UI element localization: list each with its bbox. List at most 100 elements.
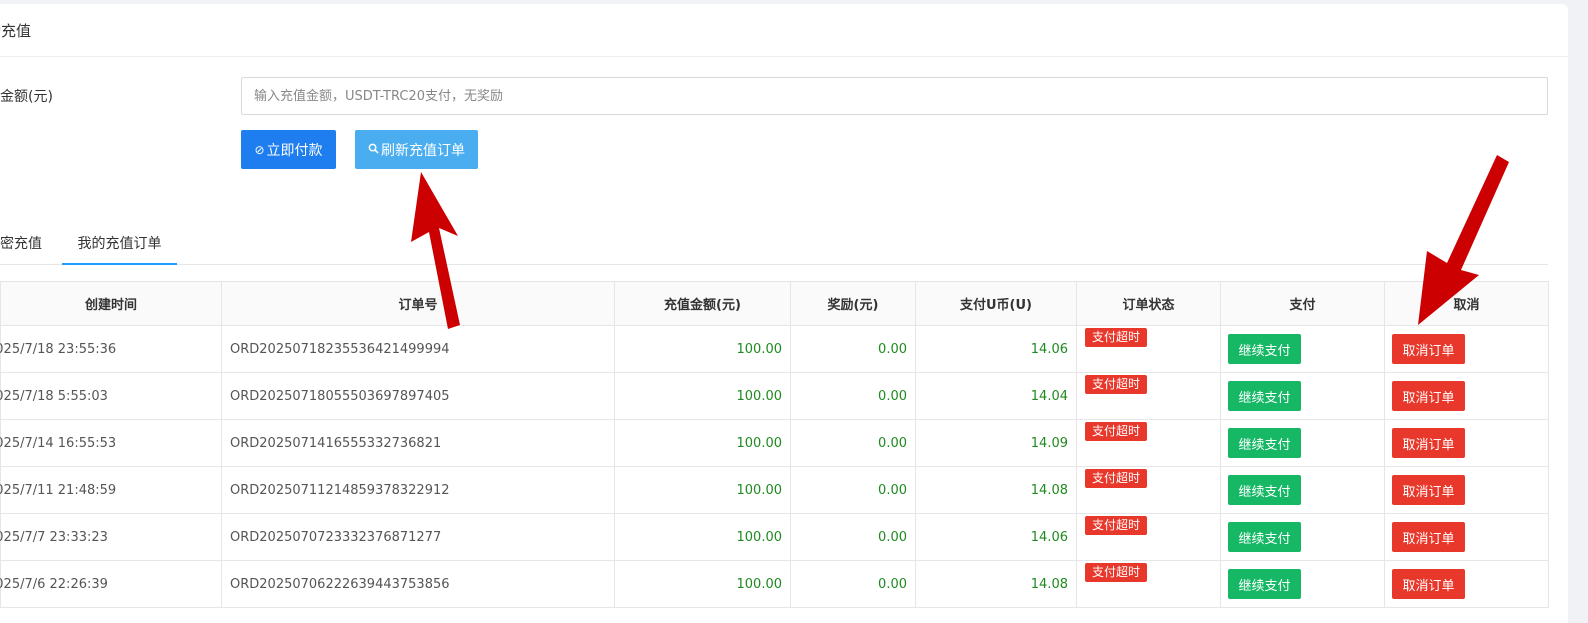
cell-u-coin: 14.06 <box>915 325 1077 373</box>
check-circle-icon: ⊘ <box>254 142 265 157</box>
cell-cancel: 取消订单 <box>1384 419 1549 467</box>
status-badge: 支付超时 <box>1085 468 1148 488</box>
header-pay: 支付 <box>1220 281 1385 326</box>
recharge-card: 动充值 值金额(元) ⊘ 立即付款 刷新充值订单 卡密充值 我的充值订单 创建时… <box>0 4 1568 623</box>
cell-cancel: 取消订单 <box>1384 325 1549 373</box>
continue-pay-button[interactable]: 继续支付 <box>1228 475 1301 505</box>
cell-bonus: 0.00 <box>790 325 916 373</box>
status-badge: 支付超时 <box>1085 515 1148 535</box>
cell-order-no: ORD20250707233323768712​77 <box>221 513 615 561</box>
cell-pay: 继续支付 <box>1220 325 1385 373</box>
cell-cancel: 取消订单 <box>1384 466 1549 514</box>
cell-u-coin: 14.08 <box>915 466 1077 514</box>
continue-pay-button[interactable]: 继续支付 <box>1228 428 1301 458</box>
cancel-order-button[interactable]: 取消订单 <box>1392 381 1465 411</box>
cell-u-coin: 14.06 <box>915 513 1077 561</box>
cancel-order-button[interactable]: 取消订单 <box>1392 475 1465 505</box>
orders-table-wrap: 创建时间 订单号 充值金额(元) 奖励(元) 支付U币(U) 订单状态 支付 取… <box>0 281 1549 608</box>
pay-now-button[interactable]: ⊘ 立即付款 <box>241 130 336 169</box>
orders-table: 创建时间 订单号 充值金额(元) 奖励(元) 支付U币(U) 订单状态 支付 取… <box>0 281 1549 608</box>
cell-pay: 继续支付 <box>1220 513 1385 561</box>
cell-time: 2025/7/18 23:55:36 <box>0 325 222 373</box>
cell-bonus: 0.00 <box>790 560 916 608</box>
cell-time: 2025/7/14 16:55:53 <box>0 419 222 467</box>
status-badge: 支付超时 <box>1085 421 1148 441</box>
cell-bonus: 0.00 <box>790 513 916 561</box>
table-row: 2025/7/6 22:26:39 ORD2025070622263944375… <box>0 560 1549 608</box>
amount-form-row: 值金额(元) <box>0 77 1568 117</box>
cancel-order-button[interactable]: 取消订单 <box>1392 428 1465 458</box>
cell-order-no: ORD20250706222639443753856 <box>221 560 615 608</box>
tab-card-recharge-label: 卡密充值 <box>0 236 42 252</box>
continue-pay-button[interactable]: 继续支付 <box>1228 381 1301 411</box>
continue-pay-button[interactable]: 继续支付 <box>1228 569 1301 599</box>
header-created-time: 创建时间 <box>0 281 222 326</box>
cell-status: 支付超时 <box>1076 419 1221 467</box>
cell-u-coin: 14.08 <box>915 560 1077 608</box>
amount-input[interactable] <box>241 77 1548 115</box>
header-u-coin: 支付U币(U) <box>915 281 1077 326</box>
cell-time: 2025/7/18 5:55:03 <box>0 372 222 420</box>
cell-amount: 100.00 <box>614 466 791 514</box>
refresh-orders-button[interactable]: 刷新充值订单 <box>355 130 478 169</box>
cell-pay: 继续支付 <box>1220 372 1385 420</box>
cell-amount: 100.00 <box>614 372 791 420</box>
table-row: 2025/7/18 23:55:36 ORD202507182355364214… <box>0 325 1549 373</box>
table-row: 2025/7/11 21:48:59 ORD202507112148593783… <box>0 466 1549 514</box>
cell-pay: 继续支付 <box>1220 560 1385 608</box>
status-badge: 支付超时 <box>1085 562 1148 582</box>
cell-time: 2025/7/11 21:48:59 <box>0 466 222 514</box>
cell-bonus: 0.00 <box>790 419 916 467</box>
cell-status: 支付超时 <box>1076 560 1221 608</box>
cell-time: 2025/7/7 23:33:23 <box>0 513 222 561</box>
cancel-order-button[interactable]: 取消订单 <box>1392 522 1465 552</box>
cell-time: 2025/7/6 22:26:39 <box>0 560 222 608</box>
header-amount: 充值金额(元) <box>614 281 791 326</box>
status-badge: 支付超时 <box>1085 374 1148 394</box>
cell-status: 支付超时 <box>1076 372 1221 420</box>
pay-now-label: 立即付款 <box>266 142 323 159</box>
amount-label: 值金额(元) <box>0 89 53 105</box>
header-status: 订单状态 <box>1076 281 1221 326</box>
header-bonus: 奖励(元) <box>790 281 916 326</box>
tab-bar: 卡密充值 我的充值订单 <box>0 226 1548 265</box>
header-cancel: 取消 <box>1384 281 1549 326</box>
cell-bonus: 0.00 <box>790 466 916 514</box>
cell-cancel: 取消订单 <box>1384 513 1549 561</box>
refresh-orders-label: 刷新充值订单 <box>381 142 465 159</box>
cell-bonus: 0.00 <box>790 372 916 420</box>
cell-u-coin: 14.04 <box>915 372 1077 420</box>
cell-order-no: ORD20250718235536421499994 <box>221 325 615 373</box>
cell-amount: 100.00 <box>614 560 791 608</box>
header-order-no: 订单号 <box>221 281 615 326</box>
cell-cancel: 取消订单 <box>1384 372 1549 420</box>
search-icon <box>368 143 379 156</box>
status-badge: 支付超时 <box>1085 327 1148 347</box>
continue-pay-button[interactable]: 继续支付 <box>1228 334 1301 364</box>
card-title: 动充值 <box>0 21 32 40</box>
table-row: 2025/7/14 16:55:53 ORD202507141655533273… <box>0 419 1549 467</box>
table-header-row: 创建时间 订单号 充值金额(元) 奖励(元) 支付U币(U) 订单状态 支付 取… <box>0 281 1549 326</box>
cell-status: 支付超时 <box>1076 325 1221 373</box>
cell-order-no: ORD20250714165553327368​21 <box>221 419 615 467</box>
cell-order-no: ORD20250711214859378322912 <box>221 466 615 514</box>
cell-status: 支付超时 <box>1076 513 1221 561</box>
table-row: 2025/7/18 5:55:03 ORD2025071805550369789… <box>0 372 1549 420</box>
table-row: 2025/7/7 23:33:23 ORD2025070723332376871… <box>0 513 1549 561</box>
cell-pay: 继续支付 <box>1220 419 1385 467</box>
cell-amount: 100.00 <box>614 513 791 561</box>
cell-order-no: ORD20250718055503697897405 <box>221 372 615 420</box>
cell-amount: 100.00 <box>614 419 791 467</box>
continue-pay-button[interactable]: 继续支付 <box>1228 522 1301 552</box>
tab-card-recharge[interactable]: 卡密充值 <box>0 226 42 265</box>
cell-status: 支付超时 <box>1076 466 1221 514</box>
cancel-order-button[interactable]: 取消订单 <box>1392 334 1465 364</box>
card-header: 动充值 <box>0 4 1568 57</box>
cancel-order-button[interactable]: 取消订单 <box>1392 569 1465 599</box>
cell-cancel: 取消订单 <box>1384 560 1549 608</box>
cell-pay: 继续支付 <box>1220 466 1385 514</box>
cell-amount: 100.00 <box>614 325 791 373</box>
cell-u-coin: 14.09 <box>915 419 1077 467</box>
tab-my-orders[interactable]: 我的充值订单 <box>62 226 177 265</box>
tab-my-orders-label: 我的充值订单 <box>77 236 162 252</box>
